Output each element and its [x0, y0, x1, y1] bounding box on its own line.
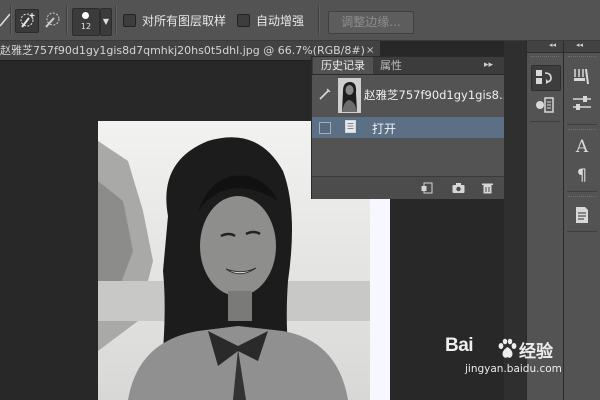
snapshot-camera-icon[interactable]	[452, 182, 465, 194]
dock-grip[interactable]	[568, 196, 596, 200]
brush-tip-icon	[82, 12, 89, 19]
dock-separator	[567, 231, 597, 232]
dock-separator	[530, 121, 560, 122]
separator	[10, 6, 12, 34]
brush-dropdown-arrow[interactable]: ▼	[100, 8, 112, 36]
quick-selection-subtract-icon[interactable]	[42, 11, 62, 29]
sample-all-layers-checkbox[interactable]	[123, 14, 136, 27]
tab-history[interactable]: 历史记录	[313, 57, 373, 74]
adjustment-sliders-icon[interactable]	[571, 93, 593, 113]
collapse-dock-icon[interactable]: ◂◂	[549, 41, 556, 49]
dock-header: ◂◂	[527, 41, 563, 53]
dock-grip[interactable]	[568, 56, 596, 60]
snapshot-name: 赵雅芝757f90d1gy1gis8...	[364, 88, 510, 102]
trash-icon[interactable]	[481, 182, 494, 194]
watermark-suffix: 经验	[519, 342, 553, 362]
brush-size-value: 12	[80, 22, 92, 31]
dock-header: ◂◂	[564, 41, 600, 53]
dock-grip[interactable]	[531, 56, 559, 60]
new-document-from-state-icon[interactable]	[421, 182, 434, 194]
baidu-paw-icon	[498, 338, 517, 358]
sample-all-layers-label: 对所有图层取样	[142, 14, 227, 28]
actions-panel-icon[interactable]	[534, 95, 556, 115]
history-step-checkbox[interactable]	[319, 122, 331, 134]
tab-properties[interactable]: 属性	[380, 57, 402, 74]
refine-edge-button[interactable]: 调整边缘...	[328, 11, 414, 34]
baidu-jingyan-watermark: Bai 经验 jingyan.baidu.com	[445, 335, 595, 395]
options-bar: 12 ▼ 对所有图层取样 自动增强 调整边缘...	[0, 0, 600, 41]
panel-tab-bar: 历史记录 属性 ▸▸	[312, 57, 523, 75]
collapse-panel-icon[interactable]: ▸▸	[484, 57, 493, 74]
dock-separator	[567, 191, 597, 192]
history-brush-source-icon[interactable]	[318, 87, 332, 101]
dock-grip[interactable]	[568, 129, 596, 133]
snapshot-thumbnail	[338, 78, 361, 113]
brush-preset-picker[interactable]: 12	[72, 8, 100, 36]
dock-separator	[567, 124, 597, 125]
history-panel: 历史记录 属性 ▸▸ 赵雅芝757f90d1gy1gis8... 打开	[311, 56, 524, 199]
history-snapshot-row[interactable]: 赵雅芝757f90d1gy1gis8...	[312, 75, 510, 115]
character-icon[interactable]: A	[564, 137, 600, 157]
panel-footer	[312, 176, 523, 199]
history-panel-icon	[536, 70, 552, 84]
watermark-logo-text: Bai	[445, 335, 474, 356]
quick-selection-add-icon[interactable]	[15, 9, 39, 33]
document-icon	[345, 120, 356, 133]
separator	[115, 6, 117, 34]
collapse-dock-icon[interactable]: ◂◂	[576, 41, 583, 49]
brush-panel-icon[interactable]	[571, 66, 593, 86]
history-step-row[interactable]: 打开	[312, 117, 508, 138]
notes-icon[interactable]	[571, 205, 593, 225]
separator	[318, 6, 320, 34]
history-step-label: 打开	[372, 122, 397, 136]
separator	[66, 6, 68, 34]
auto-enhance-label: 自动增强	[256, 14, 305, 28]
auto-enhance-checkbox[interactable]	[237, 14, 250, 27]
watermark-url: jingyan.baidu.com	[465, 363, 562, 375]
paragraph-icon[interactable]: ¶	[564, 165, 600, 184]
